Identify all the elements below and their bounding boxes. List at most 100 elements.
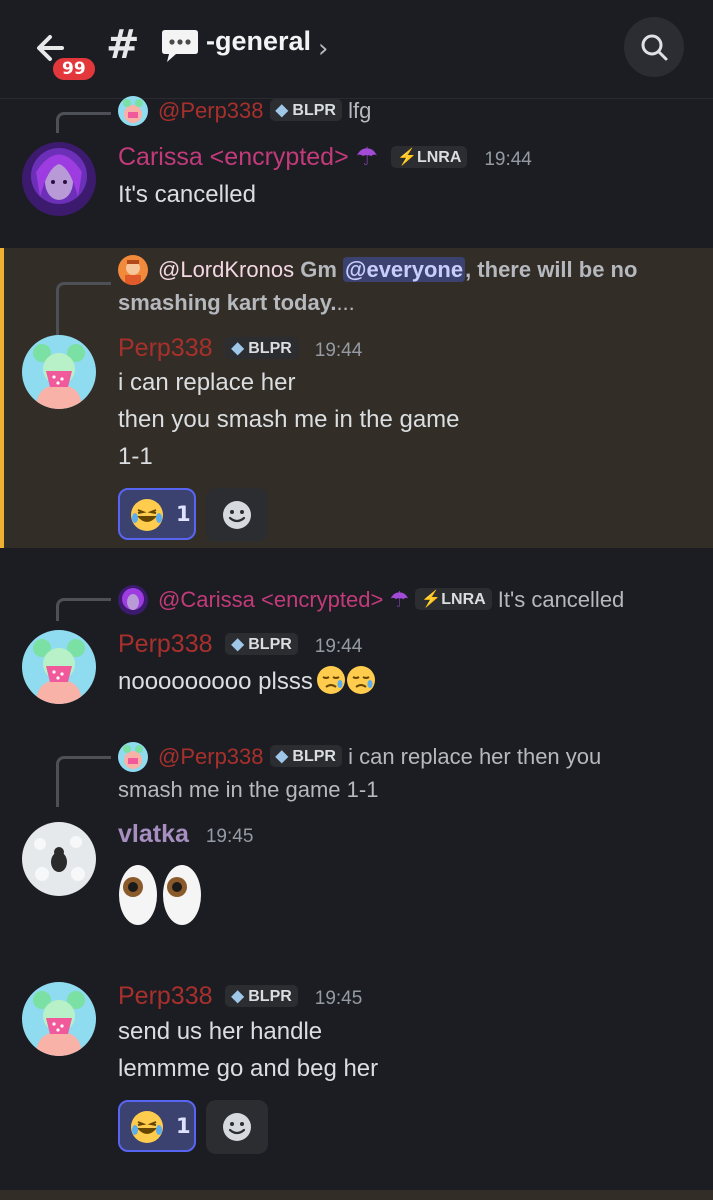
avatar[interactable]	[22, 630, 96, 704]
timestamp: 19:44	[314, 340, 363, 361]
avatar[interactable]	[22, 335, 96, 409]
reply-text: Gm	[300, 257, 343, 282]
role-tag: ◆ BLPR	[225, 985, 298, 1007]
tag-label: BLPR	[292, 102, 336, 119]
role-tag: ◆ BLPR	[225, 337, 298, 359]
author-name[interactable]: Perp338	[118, 982, 213, 1010]
reply-mention[interactable]: @LordKronos	[158, 257, 294, 282]
next-message-highlight	[0, 1190, 713, 1200]
tag-label: BLPR	[292, 748, 336, 765]
message-body: nooooooooo plsss	[118, 663, 376, 700]
reply-mention[interactable]: @Perp338	[158, 98, 264, 123]
channel-header: 99 # -general ›	[0, 0, 713, 99]
droplet-icon: ◆	[275, 748, 288, 765]
droplet-icon: ◆	[231, 988, 244, 1005]
reply-text: i can replace her then you	[348, 744, 602, 769]
umbrella-icon: ☂	[389, 587, 410, 612]
reply-avatar[interactable]	[118, 742, 148, 772]
reaction-count: 1	[176, 1114, 191, 1138]
tag-label: LNRA	[441, 591, 486, 608]
reply-preview-line2[interactable]: smash me in the game 1-1	[118, 777, 378, 803]
eyes-emoji	[119, 865, 201, 925]
reply-preview[interactable]: @Perp338 ◆ BLPR i can replace her then y…	[158, 744, 601, 770]
reaction-laugh[interactable]: 1	[118, 1100, 196, 1152]
reaction-count: 1	[176, 502, 191, 526]
lightning-icon: ⚡	[397, 149, 417, 166]
message-body: i can replace her then you smash me in t…	[118, 364, 460, 475]
laughing-emoji	[131, 499, 163, 531]
speech-bubble-icon	[162, 30, 198, 62]
reply-avatar[interactable]	[118, 255, 148, 285]
message-line: i can replace her	[118, 369, 296, 396]
reply-text: , there will be no	[465, 257, 638, 282]
message-body: send us her handle lemmme go and beg her	[118, 1013, 378, 1087]
sleepy-emoji	[346, 666, 375, 694]
message-line: then you smash me in the game	[118, 406, 460, 433]
umbrella-icon: ☂	[355, 143, 379, 171]
message-author[interactable]: Carissa <encrypted> ☂ ⚡LNRA 19:44	[118, 142, 532, 172]
message-author[interactable]: vlatka 19:45	[118, 820, 253, 849]
author-name[interactable]: Perp338	[118, 630, 213, 658]
smile-add-reaction-icon	[223, 1113, 251, 1141]
search-icon	[641, 34, 668, 61]
message-author[interactable]: Perp338 ◆ BLPR 19:44	[118, 334, 362, 363]
role-tag: ⚡LNRA	[391, 146, 468, 168]
everyone-mention[interactable]: @everyone	[343, 257, 466, 282]
reply-preview[interactable]: @LordKronos Gm @everyone, there will be …	[158, 257, 637, 283]
reply-connector	[56, 598, 111, 621]
reply-text: smashing kart today.	[118, 290, 337, 315]
chevron-right-icon[interactable]: ›	[318, 34, 328, 64]
reaction-laugh[interactable]: 1	[118, 488, 196, 540]
droplet-icon: ◆	[231, 340, 244, 357]
reply-text: lfg	[348, 98, 372, 123]
avatar[interactable]	[22, 142, 96, 216]
message-line: nooooooooo plsss	[118, 668, 313, 695]
author-name[interactable]: Carissa <encrypted>	[118, 143, 349, 171]
tag-label: BLPR	[248, 988, 292, 1005]
reply-preview[interactable]: @Carissa <encrypted> ☂ ⚡LNRA It's cancel…	[158, 587, 624, 613]
reply-text: smash me in the game 1-1	[118, 777, 379, 802]
reply-avatar[interactable]	[118, 585, 148, 615]
reply-avatar[interactable]	[118, 96, 148, 126]
reply-connector	[56, 282, 111, 335]
message-line: 1-1	[118, 443, 153, 470]
message-body: It's cancelled	[118, 176, 256, 213]
message-line: It's cancelled	[118, 181, 256, 208]
role-tag: ◆ BLPR	[225, 633, 298, 655]
smile-add-reaction-icon	[223, 501, 251, 529]
message-line: lemmme go and beg her	[118, 1055, 379, 1082]
reply-mention[interactable]: @Carissa <encrypted>	[158, 587, 383, 612]
tag-label: BLPR	[248, 636, 292, 653]
author-name[interactable]: vlatka	[118, 820, 189, 848]
unread-badge: 99	[50, 55, 98, 83]
tag-label: LNRA	[416, 149, 462, 166]
timestamp: 19:45	[314, 988, 363, 1009]
role-tag: ◆ BLPR	[269, 99, 342, 121]
tag-label: BLPR	[248, 340, 292, 357]
message-author[interactable]: Perp338 ◆ BLPR 19:44	[118, 630, 362, 659]
message-line: send us her handle	[118, 1018, 323, 1045]
droplet-icon: ◆	[275, 102, 288, 119]
add-reaction-button[interactable]	[206, 1100, 268, 1154]
timestamp: 19:44	[484, 149, 532, 170]
reply-connector	[56, 112, 111, 133]
droplet-icon: ◆	[231, 636, 244, 653]
sleepy-emoji	[316, 666, 345, 694]
role-tag: ⚡LNRA	[415, 588, 492, 610]
lightning-icon: ⚡	[421, 591, 442, 608]
message-author[interactable]: Perp338 ◆ BLPR 19:45	[118, 982, 362, 1011]
timestamp: 19:45	[205, 826, 254, 847]
reply-preview-line2[interactable]: smashing kart today....	[118, 290, 355, 316]
channel-name[interactable]: -general	[206, 26, 311, 57]
laughing-emoji	[131, 1111, 163, 1143]
add-reaction-button[interactable]	[206, 488, 268, 542]
avatar[interactable]	[22, 822, 96, 896]
reply-mention[interactable]: @Perp338	[158, 744, 264, 769]
timestamp: 19:44	[314, 636, 363, 657]
reply-text: It's cancelled	[497, 587, 625, 612]
avatar[interactable]	[22, 982, 96, 1056]
author-name[interactable]: Perp338	[118, 334, 213, 362]
search-button[interactable]	[624, 17, 684, 77]
reply-preview[interactable]: @Perp338 ◆ BLPR lfg	[158, 98, 371, 124]
role-tag: ◆ BLPR	[269, 745, 342, 767]
